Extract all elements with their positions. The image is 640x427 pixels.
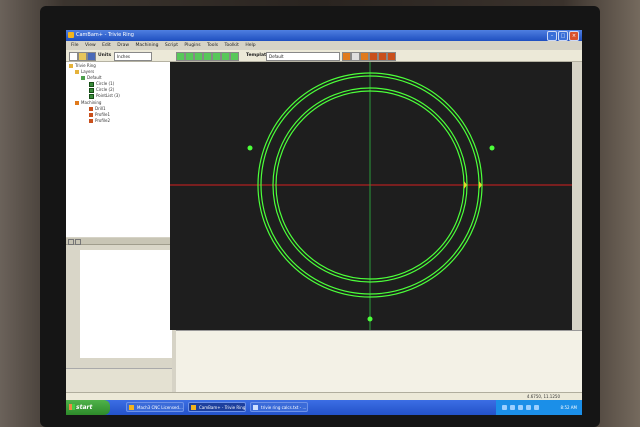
machining-op-icon[interactable] — [342, 52, 351, 61]
machining-op-icon[interactable] — [369, 52, 378, 61]
clock[interactable]: 8:52 AM — [561, 400, 577, 415]
tree-profile2[interactable]: Profile2 — [89, 118, 110, 124]
drawing-canvas[interactable] — [170, 62, 572, 352]
drawing-tree: Trivie Ring Layers Default Circle (1) Ci… — [66, 62, 171, 237]
taskbar-cambam[interactable]: CamBam+ - Trivie Ring — [188, 402, 246, 412]
tray-icon[interactable] — [502, 405, 507, 410]
close-button[interactable]: × — [569, 31, 579, 41]
window-titlebar: CamBam+ - Trivie Ring – □ × — [66, 30, 582, 41]
shape-icon — [89, 93, 94, 99]
draw-tool-icon[interactable] — [221, 52, 230, 61]
cambam-app-icon — [68, 32, 74, 38]
screen: CamBam+ - Trivie Ring – □ × File View Edit… — [66, 30, 582, 415]
tray-icon[interactable] — [534, 405, 539, 410]
tray-icon[interactable] — [526, 405, 531, 410]
taskbar-mach3[interactable]: Mach3 CNC Licensed... — [126, 402, 184, 412]
notepad-icon — [253, 405, 258, 410]
draw-tool-icon[interactable] — [176, 52, 185, 61]
menu-tools[interactable]: Tools — [207, 43, 218, 48]
open-folder-icon[interactable] — [78, 52, 87, 61]
menu-edit[interactable]: Edit — [102, 43, 111, 48]
alphabetical-icon[interactable] — [75, 239, 81, 245]
window-title: CamBam+ - Trivie Ring — [76, 32, 134, 38]
tray-icon[interactable] — [518, 405, 523, 410]
folder-icon — [75, 70, 79, 74]
drill-icon — [89, 107, 93, 111]
drill-point[interactable] — [367, 316, 373, 322]
layer-icon — [81, 76, 85, 80]
new-file-icon[interactable] — [69, 52, 78, 61]
draw-tool-icon[interactable] — [185, 52, 194, 61]
taskbar: start Mach3 CNC Licensed... CamBam+ - Tr… — [66, 400, 582, 415]
menu-view[interactable]: View — [85, 43, 96, 48]
draw-tool-icon[interactable] — [203, 52, 212, 61]
shape-icon — [89, 87, 94, 93]
menu-file[interactable]: File — [71, 43, 79, 48]
template-select[interactable]: Default — [266, 52, 340, 61]
tray-icon[interactable] — [510, 405, 515, 410]
machining-icon — [75, 101, 79, 105]
draw-tool-icon[interactable] — [212, 52, 221, 61]
drill-point[interactable] — [489, 145, 495, 151]
start-button[interactable]: start — [66, 400, 110, 415]
windows-flag-icon — [69, 404, 75, 410]
machining-op-icon[interactable] — [351, 52, 360, 61]
taskbar-notepad[interactable]: trivie ring calcs.txt - ... — [250, 402, 308, 412]
menu-toolkit[interactable]: Toolkit — [225, 43, 239, 48]
properties-panel — [66, 238, 172, 368]
properties-header — [66, 238, 172, 245]
draw-tool-icon[interactable] — [194, 52, 203, 61]
toolbar: Units Inches Template Default — [66, 50, 582, 62]
tree-shape-pointlist-3[interactable]: PointList (3) — [89, 93, 120, 99]
menu-script[interactable]: Script — [165, 43, 178, 48]
menu-plugins[interactable]: Plugins — [184, 43, 200, 48]
machining-op-icon[interactable] — [378, 52, 387, 61]
menu-help[interactable]: Help — [245, 43, 255, 48]
menu-bar: File View Edit Draw Machining Script Plu… — [66, 41, 582, 50]
shape-icon — [89, 81, 94, 87]
profile-icon — [89, 113, 93, 117]
menu-machining[interactable]: Machining — [135, 43, 158, 48]
draw-tool-icon[interactable] — [230, 52, 239, 61]
mach3-icon — [129, 405, 134, 410]
units-label: Units — [98, 53, 112, 58]
machining-op-icon[interactable] — [360, 52, 369, 61]
system-tray: 8:52 AM — [496, 400, 582, 415]
property-description — [66, 368, 172, 393]
units-select[interactable]: Inches — [114, 52, 152, 61]
drawing-icon — [69, 64, 73, 68]
cambam-icon — [191, 405, 196, 410]
drill-point[interactable] — [247, 145, 253, 151]
profile-icon — [89, 119, 93, 123]
save-icon[interactable] — [87, 52, 96, 61]
window-controls: – □ × — [546, 31, 579, 41]
properties-grid[interactable] — [80, 250, 172, 358]
maximize-button[interactable]: □ — [558, 31, 568, 41]
machining-op-icon[interactable] — [387, 52, 396, 61]
categorized-icon[interactable] — [68, 239, 74, 245]
minimize-button[interactable]: – — [547, 31, 557, 41]
console-panel[interactable] — [176, 330, 582, 397]
drawing-svg — [170, 62, 572, 352]
menu-draw[interactable]: Draw — [117, 43, 129, 48]
